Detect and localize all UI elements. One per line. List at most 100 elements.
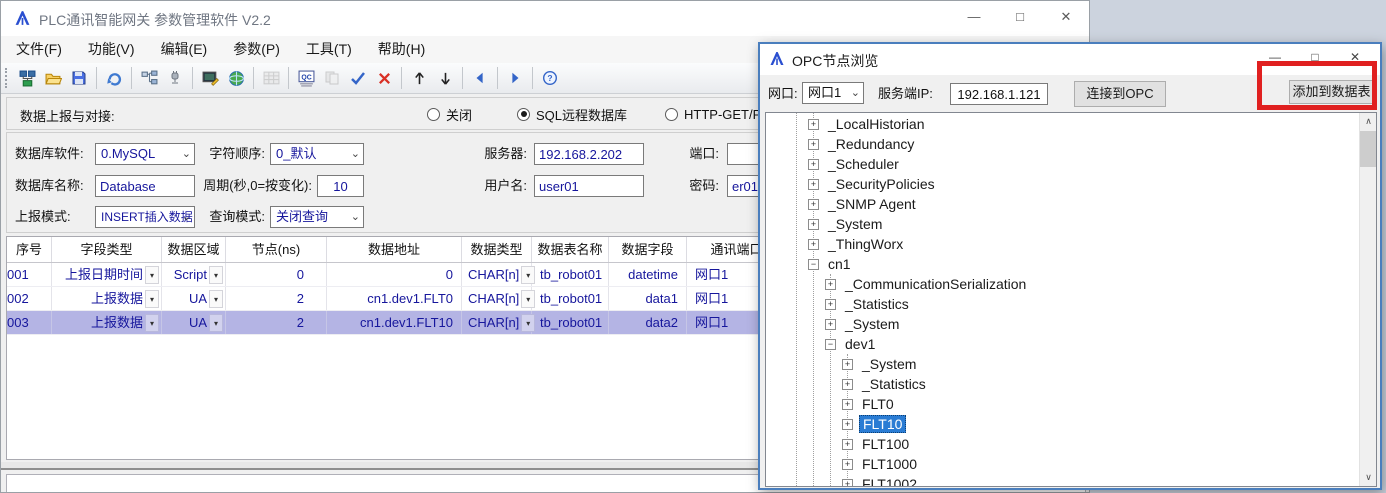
tree-node--statistics[interactable]: + _Statistics (766, 374, 1336, 394)
tree-node--localhistorian[interactable]: + _LocalHistorian (766, 114, 1336, 134)
period-input[interactable] (317, 175, 364, 197)
tree-node--communicationserialization[interactable]: + _CommunicationSerialization (766, 274, 1336, 294)
menu-item[interactable]: 参数(P) (222, 36, 291, 63)
expand-icon[interactable]: + (808, 119, 819, 130)
tree-node--system[interactable]: + _System (766, 214, 1336, 234)
table-cell[interactable]: Script▾ (162, 263, 226, 286)
tree-node-label[interactable]: _System (825, 216, 885, 232)
tree-node--thingworx[interactable]: + _ThingWorx (766, 234, 1336, 254)
scrollbar-thumb[interactable] (1360, 131, 1377, 167)
expand-icon[interactable]: + (842, 419, 853, 430)
tree-node--scheduler[interactable]: + _Scheduler (766, 154, 1336, 174)
tree-node--system[interactable]: +_System (766, 314, 1336, 334)
table-cell[interactable]: data2 (609, 311, 687, 334)
table-cell[interactable]: tb_robot01 (532, 311, 609, 334)
expand-icon[interactable]: + (808, 199, 819, 210)
table-cell[interactable]: 2 (226, 311, 327, 334)
tree-node-label[interactable]: _Redundancy (825, 136, 917, 152)
tree-node-label[interactable]: _Scheduler (825, 156, 902, 172)
expand-icon[interactable]: + (808, 179, 819, 190)
tree-node-cn1[interactable]: −cn1 (766, 254, 1336, 274)
plug-icon[interactable] (162, 65, 188, 91)
open-file-icon[interactable] (40, 65, 66, 91)
close-button[interactable]: ✕ (1043, 1, 1089, 33)
table-cell[interactable]: cn1.dev1.FLT10 (327, 311, 462, 334)
tree-node-label[interactable]: _CommunicationSerialization (842, 276, 1029, 292)
arrow-right-icon[interactable] (502, 65, 528, 91)
table-cell[interactable]: 上报日期时间▾ (52, 263, 162, 286)
tree-node-label[interactable]: dev1 (842, 336, 878, 352)
table-cell[interactable]: cn1.dev1.FLT0 (327, 287, 462, 310)
cell-dropdown-icon[interactable]: ▾ (209, 314, 223, 332)
expand-icon[interactable]: + (842, 439, 853, 450)
table-cell[interactable]: 0 (327, 263, 462, 286)
table-cell[interactable]: 002 (7, 287, 52, 310)
tree-node-label[interactable]: _LocalHistorian (825, 116, 928, 132)
table-cell[interactable]: 上报数据▾ (52, 311, 162, 334)
menu-item[interactable]: 功能(V) (77, 36, 146, 63)
expand-icon[interactable]: + (808, 219, 819, 230)
toolbar-grip[interactable] (5, 68, 9, 88)
tree-node-label[interactable]: _Statistics (859, 376, 929, 392)
net-port-select[interactable]: 网口1⌄ (802, 82, 864, 104)
table-cell[interactable]: 003 (7, 311, 52, 334)
table-cell[interactable]: 001 (7, 263, 52, 286)
radio-circle-icon[interactable] (517, 108, 530, 121)
globe-icon[interactable] (223, 65, 249, 91)
expand-icon[interactable]: + (842, 379, 853, 390)
tree-node-dev1[interactable]: −dev1 (766, 334, 1336, 354)
collapse-icon[interactable]: − (825, 339, 836, 350)
tree-node-label[interactable]: _System (842, 316, 902, 332)
arrow-down-icon[interactable] (432, 65, 458, 91)
menu-item[interactable]: 工具(T) (295, 36, 363, 63)
tree-node--statistics[interactable]: + _Statistics (766, 294, 1336, 314)
tree-node--snmp-agent[interactable]: + _SNMP Agent (766, 194, 1336, 214)
tree-node-label[interactable]: FLT100 (859, 436, 912, 452)
connect-opc-button[interactable]: 连接到OPC (1074, 81, 1166, 107)
expand-icon[interactable]: + (808, 139, 819, 150)
maximize-button[interactable]: □ (997, 1, 1043, 33)
expand-icon[interactable]: + (842, 479, 853, 488)
scroll-up-icon[interactable]: ∧ (1360, 113, 1377, 130)
expand-icon[interactable]: + (825, 299, 836, 310)
minimize-button[interactable]: — (951, 1, 997, 33)
topology-icon[interactable] (136, 65, 162, 91)
table-cell[interactable]: UA▾ (162, 287, 226, 310)
monitor-edit-icon[interactable] (197, 65, 223, 91)
table-cell[interactable]: 0 (226, 263, 327, 286)
tree-node-flt1002[interactable]: + FLT1002 (766, 474, 1336, 487)
column-header[interactable]: 数据字段 (609, 237, 687, 262)
collapse-icon[interactable]: − (808, 259, 819, 270)
tree-node--securitypolicies[interactable]: + _SecurityPolicies (766, 174, 1336, 194)
tree-node-label[interactable]: _ThingWorx (825, 236, 906, 252)
refresh-icon[interactable] (101, 65, 127, 91)
table-cell[interactable]: CHAR[n]▾ (462, 287, 532, 310)
tree-node-label[interactable]: _System (859, 356, 919, 372)
tree-node-label[interactable]: FLT10 (859, 415, 906, 433)
tree-node-label[interactable]: _Statistics (842, 296, 912, 312)
expand-icon[interactable]: + (825, 279, 836, 290)
query-mode-select[interactable]: 关闭查询⌄ (270, 206, 364, 228)
table-cell[interactable]: data1 (609, 287, 687, 310)
column-header[interactable]: 数据区域 (162, 237, 226, 262)
column-header[interactable]: 数据类型 (462, 237, 532, 262)
tree-node-flt10[interactable]: + FLT10 (766, 414, 1336, 434)
column-header[interactable]: 节点(ns) (226, 237, 327, 262)
radio-circle-icon[interactable] (427, 108, 440, 121)
expand-icon[interactable]: + (808, 239, 819, 250)
tree-node--system[interactable]: +_System (766, 354, 1336, 374)
tree-node-label[interactable]: _SecurityPolicies (825, 176, 938, 192)
char-order-select[interactable]: 0_默认⌄ (270, 143, 364, 165)
tree-node-flt100[interactable]: + FLT100 (766, 434, 1336, 454)
arrow-up-icon[interactable] (406, 65, 432, 91)
expand-icon[interactable]: + (808, 159, 819, 170)
network-config-icon[interactable] (14, 65, 40, 91)
tree-node-label[interactable]: _SNMP Agent (825, 196, 919, 212)
scroll-down-icon[interactable]: ∨ (1360, 469, 1377, 486)
cell-dropdown-icon[interactable]: ▾ (145, 314, 159, 332)
tree-node-label[interactable]: FLT1002 (859, 476, 920, 487)
cell-dropdown-icon[interactable]: ▾ (209, 290, 223, 308)
cell-dropdown-icon[interactable]: ▾ (145, 266, 159, 284)
table-cell[interactable]: CHAR[n]▾ (462, 263, 532, 286)
table-cell[interactable]: tb_robot01 (532, 263, 609, 286)
